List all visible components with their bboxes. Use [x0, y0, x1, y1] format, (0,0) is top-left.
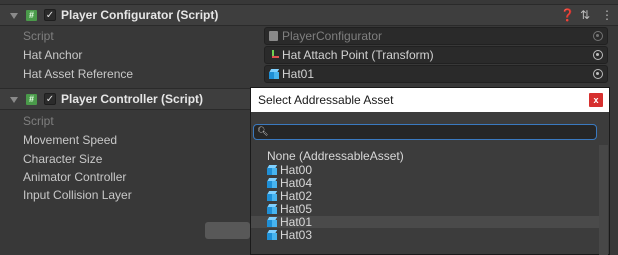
list-item-hat00[interactable]: Hat00 — [251, 164, 599, 176]
field-label-script: Script — [23, 114, 54, 128]
field-label-input-collision-layer: Input Collision Layer — [23, 188, 132, 202]
prefab-cube-icon — [267, 191, 277, 201]
list-item-label: Hat02 — [280, 189, 313, 203]
list-item-label: Hat01 — [280, 215, 313, 229]
transform-icon — [269, 50, 279, 60]
more-icon[interactable]: ⋮ — [601, 8, 613, 22]
list-item-label: None (AddressableAsset) — [267, 149, 404, 163]
csharp-script-icon: # — [26, 94, 37, 105]
object-picker-icon — [593, 31, 603, 41]
field-label-script: Script — [23, 29, 54, 43]
field-label-hat-asset-reference: Hat Asset Reference — [23, 67, 134, 81]
prefab-cube-icon — [267, 178, 277, 188]
foldout-arrow-icon[interactable] — [10, 97, 18, 103]
component-enabled-checkbox[interactable]: ✓ — [44, 93, 56, 105]
component-title: Player Configurator (Script) — [61, 8, 219, 22]
field-label-animator-controller: Animator Controller — [23, 170, 127, 184]
scrollbar[interactable] — [599, 145, 608, 255]
list-item-hat02[interactable]: Hat02 — [251, 190, 599, 202]
player-controller-header[interactable]: # ✓ Player Controller (Script) — [0, 88, 250, 110]
player-configurator-header[interactable]: # ✓ Player Configurator (Script) ❓ ⇅ ⋮ — [0, 4, 618, 26]
popup-title: Select Addressable Asset — [251, 88, 609, 112]
search-icon: 🔍︎ — [257, 126, 269, 136]
field-label-movement-speed: Movement Speed — [23, 133, 118, 147]
list-item-hat05[interactable]: Hat05 — [251, 203, 599, 215]
close-button[interactable]: x — [589, 93, 603, 107]
list-item-label: Hat05 — [280, 202, 313, 216]
list-item-label: Hat04 — [280, 176, 313, 190]
help-icon[interactable]: ❓ — [560, 8, 575, 22]
component-enabled-checkbox[interactable]: ✓ — [44, 9, 56, 21]
list-item-hat03[interactable]: Hat03 — [251, 229, 599, 241]
foldout-arrow-icon[interactable] — [10, 13, 18, 19]
component-title: Player Controller (Script) — [61, 92, 204, 106]
presets-icon[interactable]: ⇅ — [580, 8, 590, 22]
script-object-field: PlayerConfigurator — [264, 27, 608, 45]
list-item-label: Hat00 — [280, 163, 313, 177]
script-file-icon — [269, 31, 278, 41]
script-field-value: PlayerConfigurator — [282, 29, 383, 43]
add-component-button[interactable] — [205, 222, 250, 239]
csharp-script-icon: # — [26, 10, 37, 21]
hat-asset-value: Hat01 — [282, 67, 315, 81]
prefab-cube-icon — [267, 165, 277, 175]
object-picker-icon[interactable] — [593, 50, 603, 60]
prefab-cube-icon — [267, 217, 277, 227]
select-addressable-asset-popup: Select Addressable Asset x 🔍︎ None (Addr… — [250, 87, 610, 255]
field-label-hat-anchor: Hat Anchor — [23, 48, 83, 62]
list-item-hat01[interactable]: Hat01 — [251, 216, 599, 228]
list-item-label: Hat03 — [280, 228, 313, 242]
hat-asset-reference-field[interactable]: Hat01 — [264, 65, 608, 83]
prefab-cube-icon — [267, 204, 277, 214]
list-item-hat04[interactable]: Hat04 — [251, 177, 599, 189]
prefab-cube-icon — [269, 69, 279, 79]
object-picker-icon[interactable] — [593, 69, 603, 79]
hat-anchor-value: Hat Attach Point (Transform) — [282, 48, 434, 62]
hat-anchor-field[interactable]: Hat Attach Point (Transform) — [264, 46, 608, 64]
prefab-cube-icon — [267, 230, 277, 240]
list-item-none[interactable]: None (AddressableAsset) — [251, 150, 599, 162]
search-input[interactable]: 🔍︎ — [253, 124, 597, 140]
field-label-character-size: Character Size — [23, 152, 103, 166]
